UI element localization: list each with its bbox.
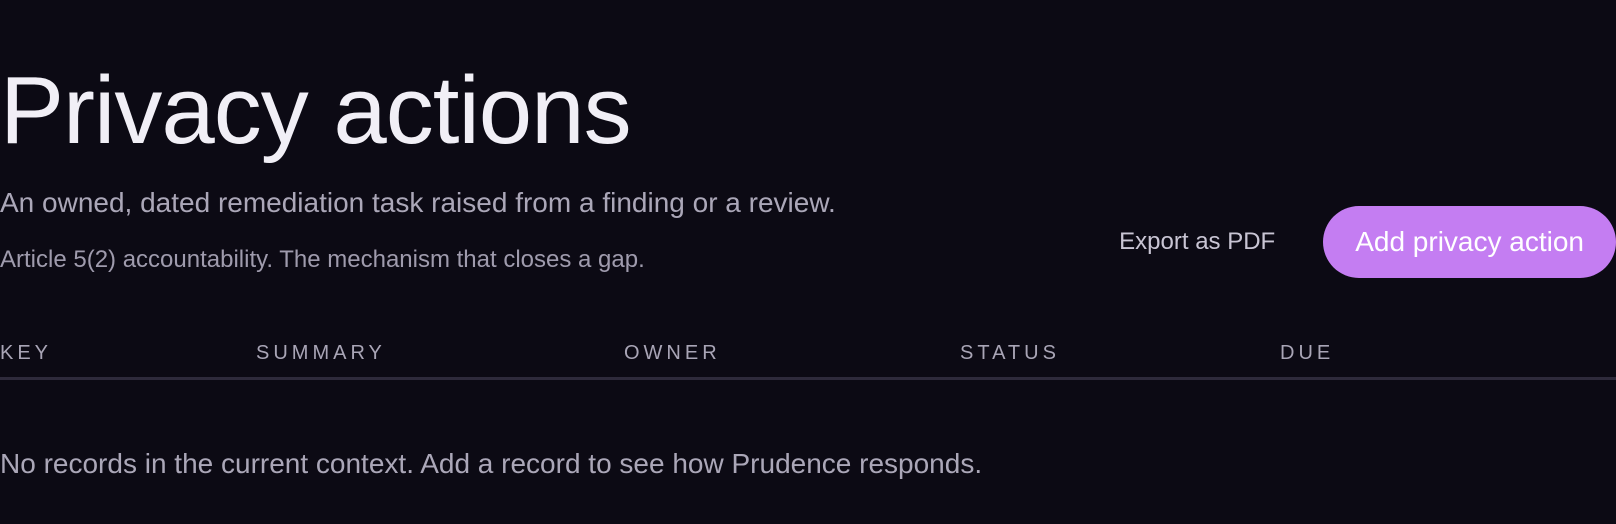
column-header-due[interactable]: DUE <box>1280 342 1334 365</box>
column-header-owner[interactable]: OWNER <box>624 342 721 365</box>
column-header-summary[interactable]: SUMMARY <box>256 342 386 365</box>
column-header-key[interactable]: KEY <box>0 342 52 365</box>
page-subtitle: An owned, dated remediation task raised … <box>0 187 836 218</box>
header-actions: Export as PDF Add privacy action <box>1119 206 1616 278</box>
column-header-status[interactable]: STATUS <box>960 342 1060 365</box>
table-header: KEY SUMMARY OWNER STATUS DUE <box>0 340 1616 380</box>
privacy-actions-page: Privacy actions An owned, dated remediat… <box>0 0 1616 524</box>
page-note: Article 5(2) accountability. The mechani… <box>0 246 645 273</box>
page-title: Privacy actions <box>0 57 632 164</box>
empty-state-message: No records in the current context. Add a… <box>0 448 983 479</box>
add-privacy-action-button[interactable]: Add privacy action <box>1323 206 1616 278</box>
export-pdf-button[interactable]: Export as PDF <box>1119 228 1275 256</box>
